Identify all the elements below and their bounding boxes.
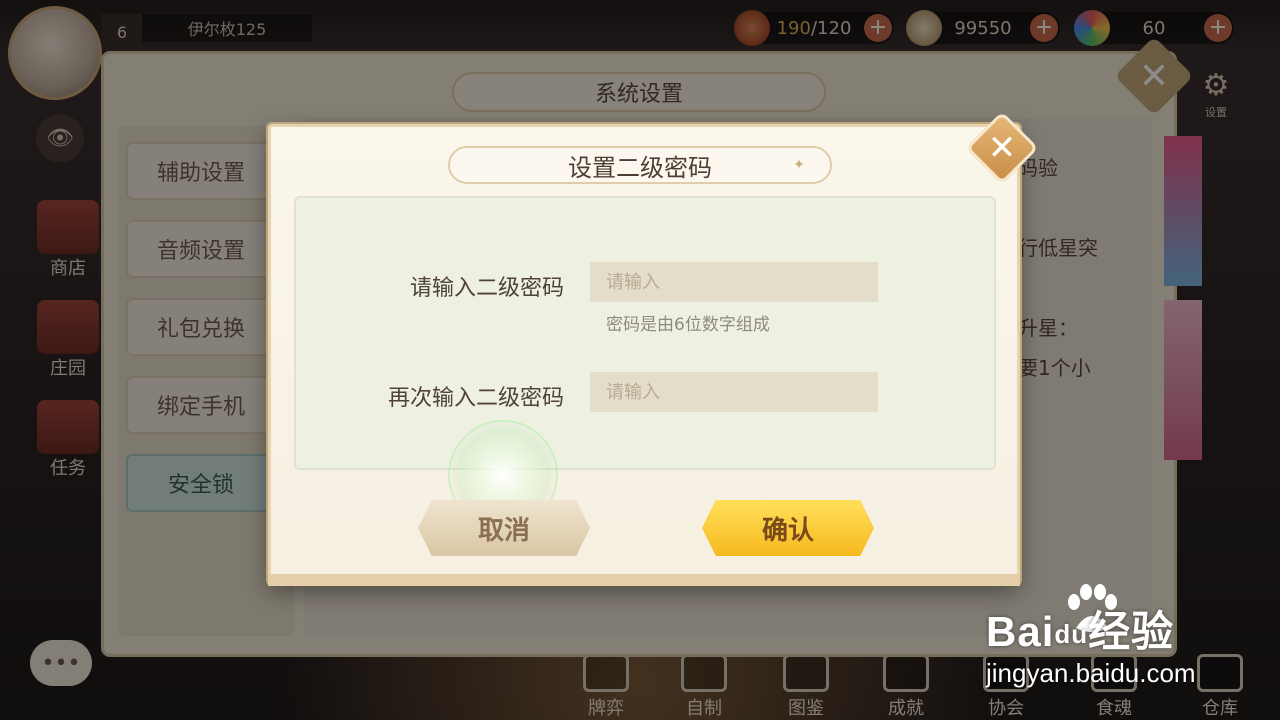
dialog-bottom-trim	[268, 574, 1020, 586]
confirm-button[interactable]: 确认	[702, 500, 874, 556]
dialog-title: 设置二级密码	[448, 146, 832, 184]
confirm-password-input[interactable]	[590, 372, 878, 412]
watermark-url: jingyan.baidu.com	[986, 658, 1196, 688]
password-input[interactable]	[590, 262, 878, 302]
cancel-button[interactable]: 取消	[418, 500, 590, 556]
password-hint: 密码是由6位数字组成	[606, 315, 770, 335]
password-label: 请输入二级密码	[409, 276, 564, 301]
baidu-jingyan-logo: Baidu经验	[986, 608, 1175, 655]
close-icon: ✕	[987, 128, 1017, 168]
sparkle-icon: ✦	[793, 157, 805, 173]
confirm-password-label: 再次输入二级密码	[387, 386, 564, 411]
